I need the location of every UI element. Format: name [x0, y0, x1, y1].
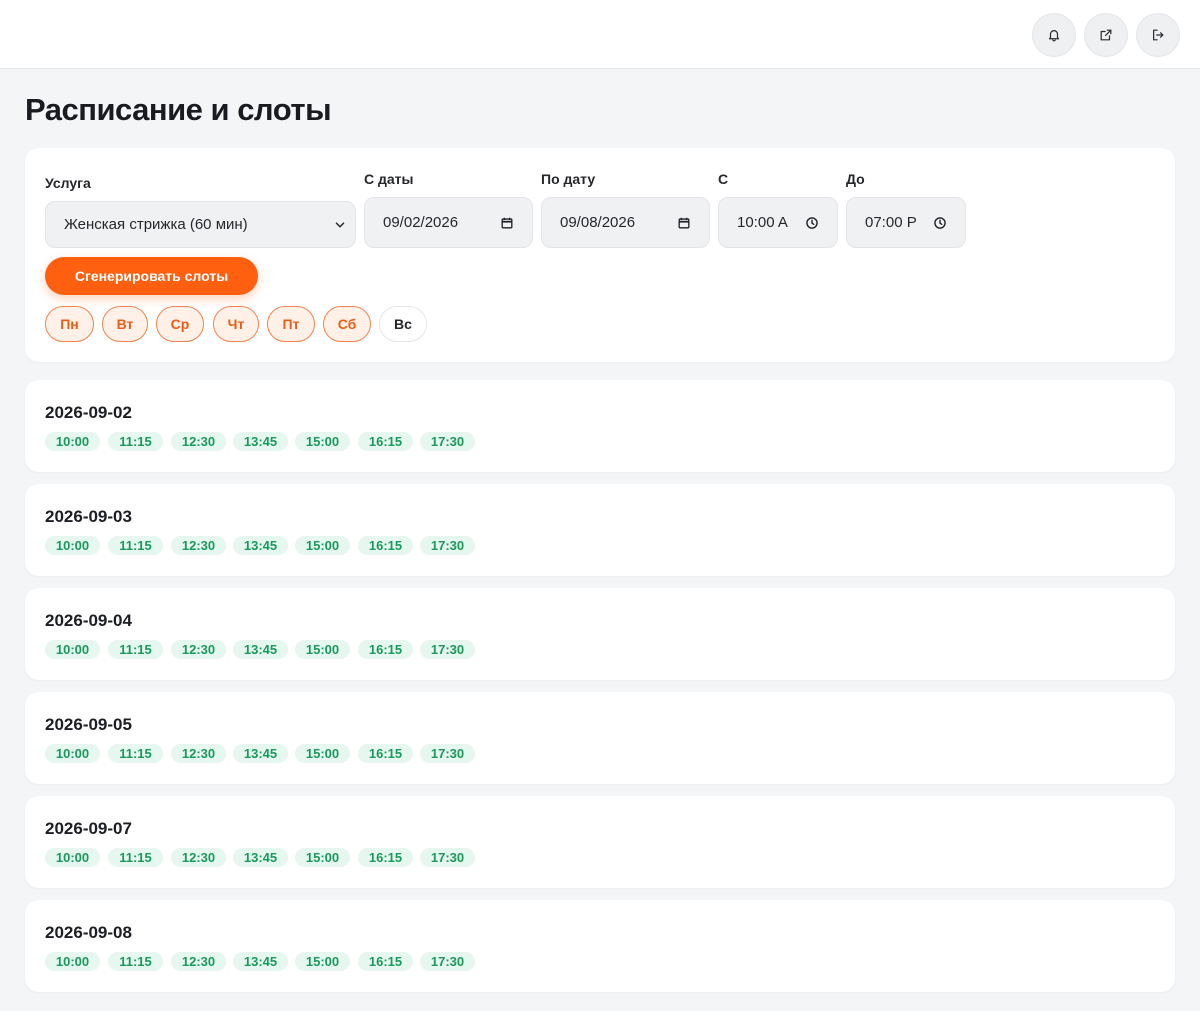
date-from-value: 09/02/2026 [383, 214, 459, 231]
time-from-label: С [718, 171, 729, 187]
clock-icon[interactable] [929, 216, 951, 230]
date-from-label: С даты [364, 171, 414, 187]
time-slot[interactable]: 13:45 [233, 848, 288, 867]
time-slot[interactable]: 15:00 [295, 640, 350, 659]
time-slot[interactable]: 16:15 [358, 848, 413, 867]
logout-icon [1153, 29, 1164, 41]
clock-icon[interactable] [801, 216, 823, 230]
schedule-day-card: 2026-09-08 10:00 11:15 12:30 13:45 15:00 16:15… [25, 900, 1175, 992]
time-slot[interactable]: 16:15 [358, 432, 413, 451]
service-select[interactable]: Женская стрижка (60 мин) [45, 201, 356, 248]
time-slot[interactable]: 17:30 [420, 536, 475, 555]
time-slot[interactable]: 13:45 [233, 536, 288, 555]
weekday-toggle[interactable]: Вт [102, 306, 148, 342]
date-to-label: По дату [541, 171, 596, 187]
calendar-icon[interactable] [496, 216, 518, 230]
time-to-value: 07:00 P [865, 214, 917, 231]
time-to-label: До [846, 171, 865, 187]
time-slot[interactable]: 12:30 [171, 848, 226, 867]
top-bar [0, 0, 1200, 69]
time-slot[interactable]: 11:15 [108, 848, 163, 867]
time-slot[interactable]: 12:30 [171, 952, 226, 971]
schedule-day-card: 2026-09-04 10:00 11:15 12:30 13:45 15:00 16:15… [25, 588, 1175, 680]
time-slot[interactable]: 17:30 [420, 952, 475, 971]
time-slot[interactable]: 17:30 [420, 640, 475, 659]
bell-icon [1048, 30, 1060, 42]
generate-slots-button[interactable]: Сгенерировать слоты [45, 257, 258, 295]
date-to-input[interactable]: 09/08/2026 [541, 197, 710, 248]
schedule-day-card: 2026-09-07 10:00 11:15 12:30 13:45 15:00 16:15… [25, 796, 1175, 888]
date-from-input[interactable]: 09/02/2026 [364, 197, 533, 248]
time-slot[interactable]: 13:45 [233, 640, 288, 659]
time-slot[interactable]: 17:30 [420, 744, 475, 763]
time-from-input[interactable]: 10:00 A [718, 197, 838, 248]
chevron-down-icon [329, 218, 351, 232]
time-slot[interactable]: 13:45 [233, 744, 288, 763]
time-slot[interactable]: 12:30 [171, 432, 226, 451]
time-slot[interactable]: 11:15 [108, 640, 163, 659]
schedule-day-card: 2026-09-03 10:00 11:15 12:30 13:45 15:00 16:15… [25, 484, 1175, 576]
time-slot[interactable]: 15:00 [295, 744, 350, 763]
open-external-button[interactable] [1084, 13, 1128, 57]
time-slot[interactable]: 16:15 [358, 952, 413, 971]
time-slot[interactable]: 12:30 [171, 640, 226, 659]
weekday-toggle[interactable]: Сб [323, 306, 371, 342]
notifications-button[interactable] [1032, 13, 1076, 57]
time-slot[interactable]: 13:45 [233, 432, 288, 451]
time-slot[interactable]: 15:00 [295, 536, 350, 555]
time-slot[interactable]: 15:00 [295, 952, 350, 971]
service-label: Услуга [45, 175, 91, 191]
schedule-day-card: 2026-09-02 10:00 11:15 12:30 13:45 15:00 16:15… [25, 380, 1175, 472]
time-slot[interactable]: 16:15 [358, 744, 413, 763]
weekday-toggle[interactable]: Вс [379, 306, 427, 342]
schedule-date: 2026-09-08 [45, 923, 132, 942]
time-slot[interactable]: 10:00 [45, 640, 100, 659]
external-link-icon [1100, 29, 1112, 41]
weekday-toggle[interactable]: Чт [213, 306, 259, 342]
page-title: Расписание и слоты [25, 92, 332, 127]
time-slot[interactable]: 15:00 [295, 432, 350, 451]
time-slot[interactable]: 10:00 [45, 432, 100, 451]
weekday-toggle[interactable]: Ср [156, 306, 204, 342]
service-select-value: Женская стрижка (60 мин) [64, 216, 248, 233]
time-slot[interactable]: 10:00 [45, 536, 100, 555]
time-slot[interactable]: 11:15 [108, 744, 163, 763]
time-slot[interactable]: 10:00 [45, 848, 100, 867]
time-slot[interactable]: 11:15 [108, 536, 163, 555]
date-to-value: 09/08/2026 [560, 214, 636, 231]
time-slot[interactable]: 17:30 [420, 848, 475, 867]
time-slot[interactable]: 11:15 [108, 952, 163, 971]
logout-button[interactable] [1136, 13, 1180, 57]
calendar-icon[interactable] [673, 216, 695, 230]
time-from-value: 10:00 A [737, 214, 788, 231]
time-slot[interactable]: 16:15 [358, 536, 413, 555]
time-slot[interactable]: 12:30 [171, 536, 226, 555]
weekday-toggle[interactable]: Пт [267, 306, 315, 342]
schedule-date: 2026-09-07 [45, 819, 132, 838]
schedule-date: 2026-09-04 [45, 611, 132, 630]
time-slot[interactable]: 15:00 [295, 848, 350, 867]
time-to-input[interactable]: 07:00 P [846, 197, 966, 248]
time-slot[interactable]: 10:00 [45, 952, 100, 971]
schedule-date: 2026-09-02 [45, 403, 132, 422]
time-slot[interactable]: 11:15 [108, 432, 163, 451]
schedule-date: 2026-09-03 [45, 507, 132, 526]
time-slot[interactable]: 16:15 [358, 640, 413, 659]
weekday-toggle[interactable]: Пн [45, 306, 94, 342]
time-slot[interactable]: 10:00 [45, 744, 100, 763]
schedule-day-card: 2026-09-05 10:00 11:15 12:30 13:45 15:00 16:15… [25, 692, 1175, 784]
filters-panel: Услуга Женская стрижка (60 мин) С даты 0… [25, 148, 1175, 362]
schedule-date: 2026-09-05 [45, 715, 132, 734]
time-slot[interactable]: 13:45 [233, 952, 288, 971]
time-slot[interactable]: 12:30 [171, 744, 226, 763]
time-slot[interactable]: 17:30 [420, 432, 475, 451]
